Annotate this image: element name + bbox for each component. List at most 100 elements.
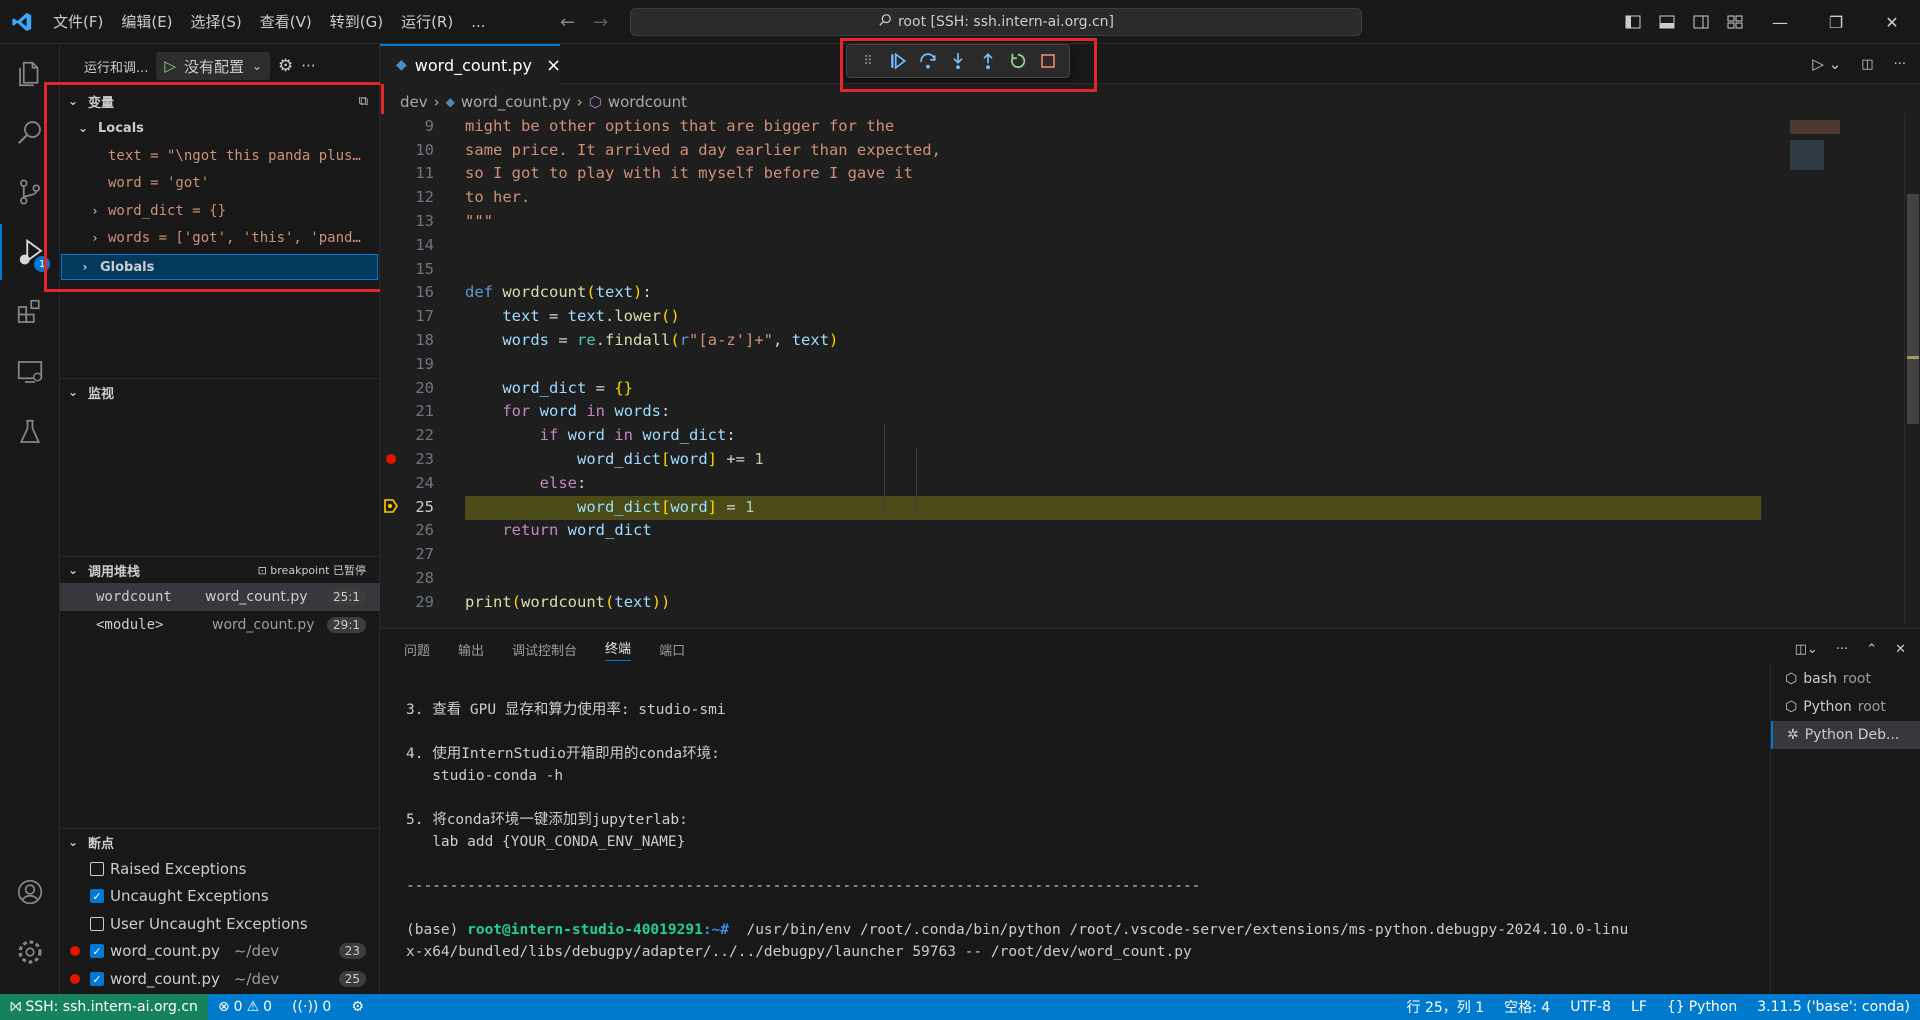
- stack-frame[interactable]: <module> word_count.py 29:1: [60, 611, 380, 639]
- menu-more[interactable]: ...: [462, 0, 494, 44]
- extensions-icon[interactable]: [0, 284, 60, 340]
- menu-file[interactable]: 文件(F): [44, 0, 112, 44]
- close-window-icon[interactable]: ✕: [1864, 0, 1920, 44]
- breadcrumb-file[interactable]: word_count.py: [461, 93, 571, 111]
- breakpoints-section-header[interactable]: ⌄ 断点: [60, 829, 380, 855]
- line-number: 17: [415, 307, 434, 326]
- back-arrow-icon[interactable]: ←: [560, 12, 575, 33]
- command-center[interactable]: root [SSH: ssh.intern-ai.org.cn]: [630, 8, 1362, 36]
- watch-section-header[interactable]: ⌄ 监视: [60, 379, 380, 405]
- account-icon[interactable]: [0, 864, 60, 920]
- minimap[interactable]: [1780, 114, 1904, 624]
- variable-row[interactable]: text = "\ngot this panda plus…: [60, 142, 380, 170]
- breakpoint-checkbox[interactable]: [90, 861, 104, 876]
- drag-handle-icon[interactable]: ⠿: [856, 54, 880, 69]
- restore-icon[interactable]: ❐: [1808, 0, 1864, 44]
- explorer-icon[interactable]: [0, 46, 60, 102]
- menu-view[interactable]: 查看(V): [251, 0, 321, 44]
- step-into-icon[interactable]: [946, 52, 970, 70]
- encoding[interactable]: UTF-8: [1560, 999, 1621, 1015]
- menu-edit[interactable]: 编辑(E): [112, 0, 181, 44]
- end-of-line[interactable]: LF: [1621, 999, 1657, 1015]
- continue-icon[interactable]: [886, 52, 910, 70]
- terminal-instance[interactable]: ✲ Python Deb...: [1771, 721, 1920, 749]
- split-terminal-icon[interactable]: ◫⌄: [1795, 642, 1818, 657]
- tab-word-count[interactable]: ◆ word_count.py ×: [380, 44, 561, 84]
- breakpoint-row[interactable]: ✓ word_count.py ~/dev 25: [60, 965, 380, 993]
- source-control-icon[interactable]: [0, 164, 60, 220]
- tab-ports[interactable]: 端口: [659, 640, 685, 659]
- code-editor[interactable]: 9 might be other options that are bigger …: [380, 114, 1780, 624]
- collapse-all-icon[interactable]: ⧉: [359, 94, 368, 109]
- forward-arrow-icon[interactable]: →: [593, 12, 608, 33]
- breakpoint-row[interactable]: Raised Exceptions: [60, 855, 380, 883]
- run-file-icon[interactable]: ▷ ⌄: [1812, 55, 1841, 73]
- breadcrumb-symbol[interactable]: wordcount: [608, 93, 687, 111]
- toggle-panel-icon[interactable]: [1650, 0, 1684, 44]
- chevron-right-icon[interactable]: ›: [88, 204, 102, 218]
- more-actions-icon[interactable]: ···: [301, 57, 315, 75]
- variables-section-header[interactable]: ⌄ 变量 ⧉: [60, 88, 380, 114]
- menu-selection[interactable]: 选择(S): [182, 0, 251, 44]
- breakpoint-checkbox[interactable]: ✓: [90, 889, 104, 904]
- start-debug-icon[interactable]: ▷: [164, 57, 176, 75]
- stack-frame[interactable]: wordcount word_count.py 25:1: [60, 583, 380, 611]
- menu-run[interactable]: 运行(R): [392, 0, 462, 44]
- terminal-instance[interactable]: ⬡ bash root: [1771, 665, 1920, 693]
- breakpoint-row[interactable]: ✓ Uncaught Exceptions: [60, 883, 380, 911]
- editor-scrollbar[interactable]: [1904, 114, 1920, 624]
- restart-icon[interactable]: [1006, 52, 1030, 70]
- tab-terminal[interactable]: 终端: [605, 638, 632, 661]
- callstack-section-header[interactable]: ⌄ 调用堆栈 ⊡ breakpoint 已暂停: [60, 557, 380, 583]
- minimize-icon[interactable]: —: [1752, 0, 1808, 44]
- variable-row[interactable]: › word_dict = {}: [60, 197, 380, 225]
- cursor-position[interactable]: 行 25，列 1: [1397, 997, 1495, 1017]
- remote-explorer-icon[interactable]: [0, 344, 60, 400]
- toggle-primary-sidebar-icon[interactable]: [1616, 0, 1650, 44]
- chevron-right-icon[interactable]: ›: [88, 231, 102, 245]
- breakpoint-row[interactable]: User Uncaught Exceptions: [60, 910, 380, 938]
- breakpoint-checkbox[interactable]: ✓: [90, 971, 104, 986]
- tab-close-icon[interactable]: ×: [546, 55, 561, 76]
- terminal-list: ⬡ bash root ⬡ Python root ✲ Python Deb..…: [1770, 665, 1920, 995]
- step-out-icon[interactable]: [976, 52, 1000, 70]
- breakpoint-checkbox[interactable]: [90, 916, 104, 931]
- breakpoint-row[interactable]: ✓ word_count.py ~/dev 23: [60, 938, 380, 966]
- breakpoint-label: word_count.py: [110, 969, 220, 988]
- tab-problems[interactable]: 问题: [404, 640, 430, 659]
- step-over-icon[interactable]: [916, 52, 940, 70]
- indentation[interactable]: 空格: 4: [1494, 997, 1560, 1017]
- breakpoint-checkbox[interactable]: ✓: [90, 944, 104, 959]
- editor-more-icon[interactable]: ···: [1894, 57, 1906, 72]
- debug-status-icon[interactable]: ⚙: [341, 999, 374, 1015]
- menu-go[interactable]: 转到(G): [321, 0, 392, 44]
- language-mode[interactable]: {} Python: [1657, 999, 1747, 1015]
- current-execution-arrow-icon[interactable]: [383, 498, 399, 518]
- close-panel-icon[interactable]: ✕: [1895, 642, 1906, 657]
- panel-more-icon[interactable]: ···: [1836, 642, 1848, 657]
- interpreter-selector[interactable]: 3.11.5 ('base': conda): [1747, 999, 1920, 1015]
- ports-indicator[interactable]: ((·)) 0: [282, 999, 341, 1015]
- settings-gear-icon[interactable]: [0, 924, 60, 980]
- problems-indicator[interactable]: ⊗ 0 ⚠ 0: [208, 999, 282, 1015]
- remote-indicator[interactable]: ⨝ SSH: ssh.intern-ai.org.cn: [0, 994, 208, 1020]
- testing-flask-icon[interactable]: [0, 404, 60, 460]
- maximize-panel-icon[interactable]: ⌃: [1866, 642, 1877, 657]
- stop-icon[interactable]: [1036, 53, 1060, 69]
- debug-settings-gear-icon[interactable]: ⚙: [278, 56, 293, 76]
- globals-scope[interactable]: › Globals: [61, 254, 378, 280]
- customize-layout-icon[interactable]: [1718, 0, 1752, 44]
- search-sidebar-icon[interactable]: [0, 104, 60, 160]
- variable-row[interactable]: › words = ['got', 'this', 'pand…: [60, 225, 380, 253]
- locals-scope[interactable]: ⌄ Locals: [60, 114, 380, 142]
- tab-debug-console[interactable]: 调试控制台: [512, 640, 577, 659]
- toggle-secondary-sidebar-icon[interactable]: [1684, 0, 1718, 44]
- launch-config-dropdown[interactable]: ▷ 没有配置 ⌄: [156, 52, 271, 80]
- split-editor-icon[interactable]: ◫: [1861, 57, 1873, 72]
- breadcrumb-folder[interactable]: dev: [400, 93, 428, 111]
- terminal-instance[interactable]: ⬡ Python root: [1771, 693, 1920, 721]
- tab-output[interactable]: 输出: [458, 640, 484, 659]
- variable-row[interactable]: word = 'got': [60, 170, 380, 198]
- run-debug-icon[interactable]: 1: [0, 224, 60, 280]
- terminal-output[interactable]: 3. 查看 GPU 显存和算力使用率: studio-smi 4. 使用Inte…: [406, 699, 1826, 963]
